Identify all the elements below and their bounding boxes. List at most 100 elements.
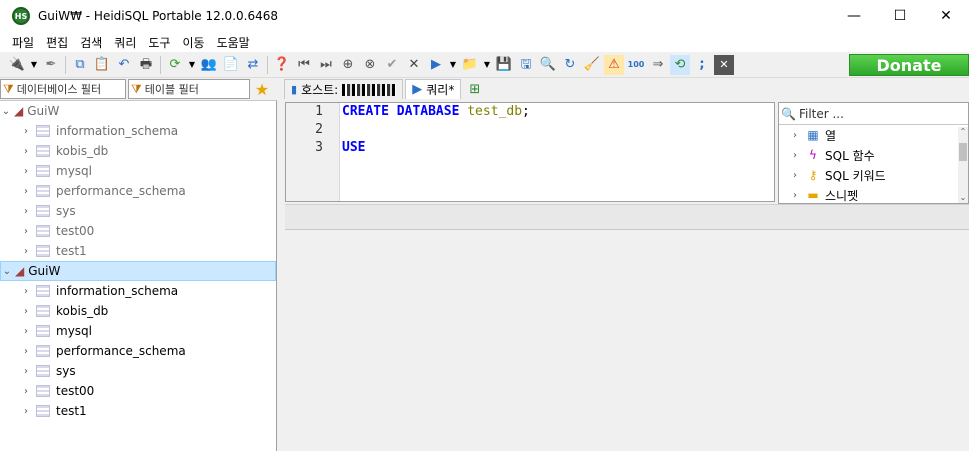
refresh-dropdown-icon[interactable]: ▼ bbox=[187, 55, 197, 75]
save-as-icon[interactable]: 🖫 bbox=[516, 55, 536, 75]
sql-editor[interactable]: 1 2 3 CREATE DATABASE test_db; USE bbox=[285, 102, 775, 202]
chevron-right-icon[interactable]: › bbox=[20, 166, 32, 177]
connect-icon[interactable]: 🔌 bbox=[7, 55, 27, 75]
editor-results-splitter[interactable] bbox=[285, 204, 969, 230]
menu-help[interactable]: 도움말 bbox=[211, 34, 256, 51]
database-node[interactable]: › kobis_db bbox=[0, 301, 276, 321]
binary-icon[interactable]: 100 bbox=[626, 55, 646, 75]
database-node[interactable]: › sys bbox=[0, 361, 276, 381]
chevron-right-icon[interactable]: › bbox=[20, 326, 32, 337]
menu-file[interactable]: 파일 bbox=[6, 34, 40, 51]
refresh-icon[interactable]: ⟳ bbox=[165, 55, 185, 75]
user-manager-icon[interactable]: 👥 bbox=[199, 55, 219, 75]
open-dropdown-icon[interactable]: ▼ bbox=[482, 55, 492, 75]
chevron-right-icon[interactable]: › bbox=[20, 306, 32, 317]
tab-query[interactable]: ▶ 쿼리* bbox=[405, 79, 462, 99]
code-area[interactable]: CREATE DATABASE test_db; USE bbox=[342, 103, 530, 157]
menu-tools[interactable]: 도구 bbox=[142, 34, 176, 51]
menu-search[interactable]: 검색 bbox=[74, 34, 108, 51]
database-node[interactable]: › test1 bbox=[0, 241, 276, 261]
app-icon: HS bbox=[12, 7, 30, 25]
scroll-up-icon[interactable]: ⌃ bbox=[958, 127, 968, 137]
menu-edit[interactable]: 편집 bbox=[40, 34, 74, 51]
helper-scrollbar[interactable]: ⌃ ⌄ bbox=[958, 127, 968, 203]
connect-dropdown-icon[interactable]: ▼ bbox=[29, 55, 39, 75]
help-icon[interactable]: ❓ bbox=[272, 55, 292, 75]
chevron-right-icon[interactable]: › bbox=[20, 346, 32, 357]
chevron-right-icon[interactable]: › bbox=[20, 246, 32, 257]
semicolon-icon[interactable]: ; bbox=[692, 55, 712, 75]
chevron-right-icon[interactable]: › bbox=[20, 186, 32, 197]
find-icon[interactable]: 🔍 bbox=[538, 55, 558, 75]
save-icon[interactable]: 💾 bbox=[494, 55, 514, 75]
favorite-star-icon[interactable]: ★ bbox=[250, 80, 274, 99]
database-node[interactable]: › test1 bbox=[0, 401, 276, 421]
copy-icon[interactable]: ⧉ bbox=[70, 55, 90, 75]
first-record-icon[interactable]: ⏮ bbox=[294, 55, 314, 75]
chevron-down-icon[interactable]: ⌄ bbox=[1, 266, 13, 277]
database-node[interactable]: › information_schema bbox=[0, 281, 276, 301]
export-icon[interactable]: 📄 bbox=[221, 55, 241, 75]
transfer-icon[interactable]: ⇄ bbox=[243, 55, 263, 75]
wrap-icon[interactable]: ⇒ bbox=[648, 55, 668, 75]
undo-icon[interactable]: ↶ bbox=[114, 55, 134, 75]
chevron-right-icon[interactable]: › bbox=[20, 226, 32, 237]
maximize-button[interactable]: ☐ bbox=[877, 0, 923, 32]
last-record-icon[interactable]: ⏭ bbox=[316, 55, 336, 75]
close-tab-icon[interactable]: ✕ bbox=[714, 54, 734, 75]
database-filter-input[interactable]: ⧩ 데이터베이스 필터 bbox=[0, 79, 126, 99]
new-query-tab-button[interactable]: ⊞ bbox=[463, 79, 486, 99]
helper-filter-input[interactable]: 🔍 Filter ... bbox=[779, 103, 968, 125]
chevron-right-icon[interactable]: › bbox=[20, 206, 32, 217]
database-node[interactable]: › kobis_db bbox=[0, 141, 276, 161]
database-node[interactable]: › information_schema bbox=[0, 121, 276, 141]
chevron-right-icon[interactable]: › bbox=[789, 150, 801, 161]
donate-button[interactable]: Donate bbox=[849, 54, 969, 76]
database-node[interactable]: › performance_schema bbox=[0, 181, 276, 201]
auto-refresh-icon[interactable]: ⟲ bbox=[670, 54, 690, 75]
scroll-down-icon[interactable]: ⌄ bbox=[958, 193, 968, 203]
chevron-right-icon[interactable]: › bbox=[20, 286, 32, 297]
run-dropdown-icon[interactable]: ▼ bbox=[448, 55, 458, 75]
disconnect-icon[interactable]: ✒ bbox=[41, 55, 61, 75]
tab-host[interactable]: ▮ 호스트: bbox=[284, 79, 404, 99]
replace-icon[interactable]: ↻ bbox=[560, 55, 580, 75]
run-query-icon[interactable]: ▶ bbox=[426, 55, 446, 75]
database-node[interactable]: › sys bbox=[0, 201, 276, 221]
database-node[interactable]: › performance_schema bbox=[0, 341, 276, 361]
menu-query[interactable]: 쿼리 bbox=[108, 34, 142, 51]
database-node[interactable]: › test00 bbox=[0, 381, 276, 401]
chevron-right-icon[interactable]: › bbox=[20, 366, 32, 377]
helper-item-functions[interactable]: › ϟ SQL 함수 bbox=[779, 145, 968, 165]
delete-record-icon[interactable]: ⊗ bbox=[360, 55, 380, 75]
chevron-right-icon[interactable]: › bbox=[20, 406, 32, 417]
session-node[interactable]: ⌄ ◢ GuiW bbox=[0, 101, 276, 121]
helper-item-snippets[interactable]: › ▬ 스니펫 bbox=[779, 185, 968, 203]
database-node[interactable]: › mysql bbox=[0, 161, 276, 181]
chevron-right-icon[interactable]: › bbox=[20, 146, 32, 157]
chevron-right-icon[interactable]: › bbox=[20, 126, 32, 137]
chevron-down-icon[interactable]: ⌄ bbox=[0, 106, 12, 117]
table-filter-input[interactable]: ⧩ 테이블 필터 bbox=[128, 79, 250, 99]
open-file-icon[interactable]: 📁 bbox=[460, 55, 480, 75]
post-record-icon[interactable]: ✔ bbox=[382, 55, 402, 75]
add-record-icon[interactable]: ⊕ bbox=[338, 55, 358, 75]
database-node[interactable]: › mysql bbox=[0, 321, 276, 341]
print-icon[interactable]: 🖶 bbox=[136, 55, 156, 75]
database-node[interactable]: › test00 bbox=[0, 221, 276, 241]
chevron-right-icon[interactable]: › bbox=[20, 386, 32, 397]
stop-on-error-icon[interactable]: ⚠ bbox=[604, 54, 624, 75]
close-button[interactable]: ✕ bbox=[923, 0, 969, 32]
chevron-right-icon[interactable]: › bbox=[789, 170, 801, 181]
scroll-thumb[interactable] bbox=[959, 143, 967, 161]
format-sql-icon[interactable]: 🧹 bbox=[582, 55, 602, 75]
helper-item-columns[interactable]: › ▦ 열 bbox=[779, 125, 968, 145]
helper-item-keywords[interactable]: › ⚷ SQL 키워드 bbox=[779, 165, 968, 185]
cancel-record-icon[interactable]: ✕ bbox=[404, 55, 424, 75]
chevron-right-icon[interactable]: › bbox=[789, 130, 801, 141]
minimize-button[interactable]: — bbox=[831, 0, 877, 32]
chevron-right-icon[interactable]: › bbox=[789, 190, 801, 201]
session-node-selected[interactable]: ⌄ ◢ GuiW bbox=[0, 261, 276, 281]
paste-icon[interactable]: 📋 bbox=[92, 55, 112, 75]
menu-go[interactable]: 이동 bbox=[176, 34, 210, 51]
